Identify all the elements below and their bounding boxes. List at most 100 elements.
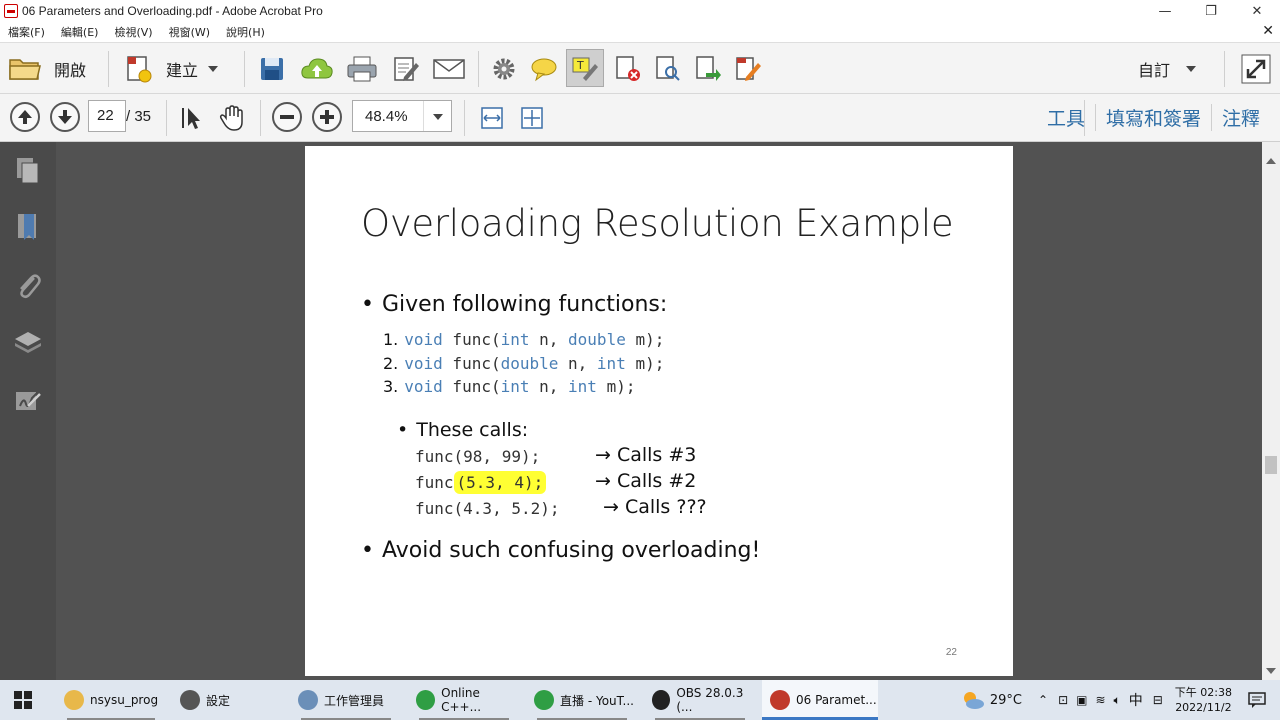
close-document-icon[interactable]: ✕ [1262,23,1274,39]
taskbar-item[interactable]: Online C++... [408,680,520,720]
plus-icon [320,110,334,124]
scroll-thumb[interactable] [1265,456,1277,474]
code-text: n, [529,330,569,349]
open-folder-icon[interactable] [8,54,42,82]
full-screen-icon[interactable] [1240,53,1272,85]
open-button[interactable]: 開啟 [54,53,86,85]
scroll-up-icon[interactable] [1266,158,1276,164]
extract-page-icon[interactable] [694,55,722,83]
code-text: m); [596,377,636,396]
volume-icon[interactable]: 🔈︎ [1114,693,1121,708]
email-icon[interactable] [432,55,466,83]
toolbar-divider [244,51,245,87]
zoom-select[interactable]: 48.4% [352,100,452,132]
wifi-icon[interactable]: ≋ [1095,693,1105,707]
fit-width-icon[interactable] [478,104,506,132]
settings-gear-icon[interactable] [490,55,518,83]
customize-label: 自訂 [1138,61,1171,80]
menu-help[interactable]: 說明(H) [218,24,273,40]
taskbar-item[interactable]: 設定 [172,680,282,720]
toolbar-divider [108,51,109,87]
navigation-pane [0,142,56,680]
slide-page-number: 22 [945,647,957,658]
weather-icon[interactable] [960,689,986,711]
create-pdf-icon[interactable] [124,55,152,83]
create-button[interactable]: 建立 [166,53,219,85]
attachments-icon[interactable] [14,270,42,300]
scroll-down-icon[interactable] [1266,668,1276,674]
windows-start-icon[interactable] [14,691,32,709]
code-keyword: int [500,330,530,349]
clock[interactable]: 下午 02:38 2022/11/2 [1175,685,1232,715]
tab-comment[interactable]: 注釋 [1210,104,1270,131]
page-thumbnails-icon[interactable] [14,156,42,186]
search-page-icon[interactable] [654,55,682,83]
bookmarks-icon[interactable] [14,212,42,242]
code-keyword: void [404,330,443,349]
window-controls: — ❐ ✕ [1142,0,1280,22]
call-result-2: → Calls #2 [595,470,697,492]
menu-window[interactable]: 視窗(W) [161,24,218,40]
network-icon[interactable]: ⊡ [1058,693,1068,707]
minimize-button[interactable]: — [1142,0,1188,22]
document-viewport[interactable]: Overloading Resolution Example • Given fo… [56,142,1262,680]
app-icon [180,690,200,710]
show-hidden-icons-icon[interactable]: ⌃ [1038,693,1048,707]
tab-tools[interactable]: 工具 [1037,104,1095,131]
close-button[interactable]: ✕ [1234,0,1280,22]
print-icon[interactable] [346,55,378,83]
edit-document-icon[interactable] [392,55,420,83]
weather-temp[interactable]: 29°C [990,693,1022,708]
display-icon[interactable]: ▣ [1076,693,1087,707]
clock-time: 下午 02:38 [1174,686,1232,699]
system-tray: 29°C ⌃ ⊡ ▣ ≋ 🔈︎ 中 ⊟ 下午 02:38 2022/11/2 [960,680,1280,720]
next-page-button[interactable] [50,102,80,132]
call-line-3: func(4.3, 5.2); [415,499,560,518]
code-keyword: int [596,354,626,373]
menu-file[interactable]: 檔案(F) [0,24,53,40]
taskbar-item[interactable]: 06 Paramet... [762,680,878,720]
select-cursor-icon[interactable] [178,104,206,132]
code-keyword: double [568,330,626,349]
signatures-icon[interactable] [14,386,42,416]
app-icon [652,690,671,710]
title-bar: 06 Parameters and Overloading.pdf - Adob… [0,0,1280,22]
comment-icon[interactable] [530,55,558,83]
vertical-scrollbar[interactable] [1262,142,1280,680]
edit-pdf-icon[interactable] [734,55,762,83]
taskbar-item[interactable]: nsysu_prog [56,680,166,720]
taskbar-item[interactable]: 工作管理員 [290,680,402,720]
customize-button[interactable]: 自訂 [1138,53,1197,85]
delete-page-icon[interactable] [614,55,642,83]
menu-edit[interactable]: 編輯(E) [53,24,107,40]
fit-page-icon[interactable] [518,104,546,132]
open-label: 開啟 [54,61,87,80]
previous-page-button[interactable] [10,102,40,132]
zoom-out-button[interactable] [272,102,302,132]
windows-taskbar: nsysu_prog 設定 工作管理員 Online C++... 直播 - YouT.… [0,680,1280,720]
notifications-icon[interactable] [1248,691,1266,709]
chevron-down-icon[interactable] [423,101,451,131]
call-line-1: func(98, 99); [415,447,541,466]
ime-mode-icon[interactable]: ⊟ [1153,693,1163,707]
toolbar-divider [478,51,479,87]
upload-cloud-icon[interactable] [300,55,334,83]
highlight-text-icon: T [572,57,598,81]
layers-icon[interactable] [14,328,42,358]
taskbar-item-label: OBS 28.0.3 (... [676,686,744,714]
ime-indicator[interactable]: 中 [1129,690,1143,710]
menu-view[interactable]: 檢視(V) [106,24,160,40]
tab-fill-sign[interactable]: 填寫和簽署 [1094,104,1211,131]
hand-tool-icon[interactable] [218,104,246,132]
save-icon[interactable] [258,55,286,83]
window-title: 06 Parameters and Overloading.pdf - Adob… [22,4,323,18]
arrow-up-icon [18,110,32,124]
restore-button[interactable]: ❐ [1188,0,1234,22]
taskbar-item[interactable]: OBS 28.0.3 (... [644,680,756,720]
highlighted-code: (5.3, 4); [453,471,547,494]
highlight-tool-button[interactable]: T [566,49,604,87]
zoom-in-button[interactable] [312,102,342,132]
page-number-input[interactable]: 22 [88,100,126,132]
taskbar-item[interactable]: 直播 - YouT... [526,680,638,720]
taskbar-item-label: nsysu_prog [90,693,159,707]
